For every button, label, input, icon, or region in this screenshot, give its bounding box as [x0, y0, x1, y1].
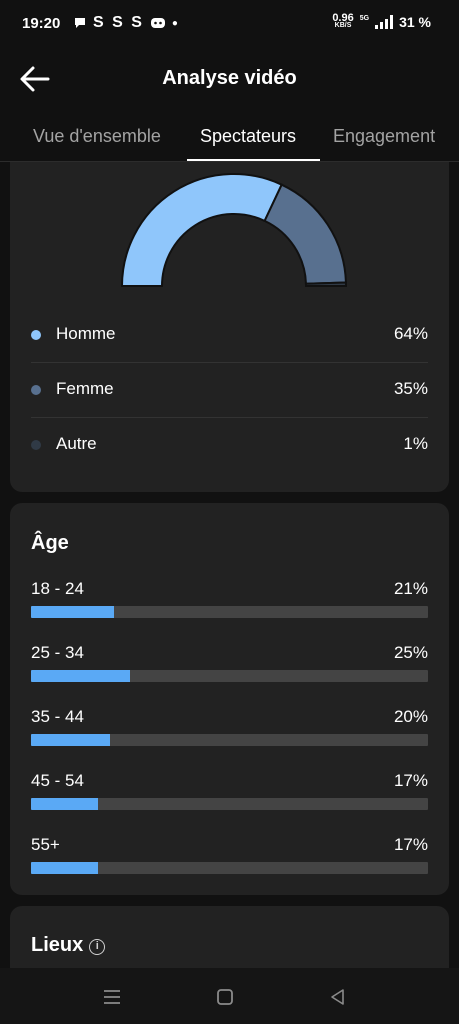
age-bar-fill: [31, 798, 99, 810]
legend-value: 35%: [393, 379, 428, 398]
age-bar-fill: [31, 670, 131, 682]
age-section-title: Âge: [31, 532, 69, 554]
gender-card: Homme 64% Femme 35% Autre 1%: [10, 162, 449, 492]
status-bar: 19:20 S S S ● 0.96 KB/S 5G 31 %: [0, 0, 459, 50]
age-percentage: 20%: [393, 707, 428, 726]
home-square-icon[interactable]: [214, 986, 236, 1008]
age-bar-track: [31, 734, 428, 746]
gauge-segment-homme: [120, 173, 284, 287]
tab-bar: Vue d'ensemble Spectateurs Engagement: [0, 108, 459, 162]
net-speed: 0.96 KB/S: [332, 12, 354, 30]
age-range-label: 55+: [31, 835, 60, 854]
system-nav-bar: [0, 968, 459, 1024]
status-right: 0.96 KB/S 5G 31 %: [332, 12, 431, 31]
age-row: 25 - 34 25%: [31, 643, 428, 689]
page-title: Analyse vidéo: [162, 67, 297, 89]
age-bar-track: [31, 606, 428, 618]
age-row: 18 - 24 21%: [31, 579, 428, 625]
age-range-label: 35 - 44: [31, 707, 84, 726]
app-bar: Analyse vidéo: [0, 50, 459, 108]
age-bar-fill: [31, 862, 99, 874]
legend-label: Autre: [56, 434, 97, 453]
signal-icon: [375, 15, 394, 29]
gauge-segment-autre: [304, 281, 348, 287]
tab-viewers[interactable]: Spectateurs: [200, 126, 296, 147]
age-bar-track: [31, 670, 428, 682]
age-percentage: 21%: [393, 579, 428, 598]
age-bar-fill: [31, 734, 111, 746]
legend-label: Femme: [56, 379, 114, 398]
discord-icon: [150, 18, 165, 28]
legend-value: 64%: [393, 324, 428, 343]
info-icon[interactable]: i: [89, 939, 106, 955]
age-percentage: 17%: [393, 771, 428, 790]
tab-engagement[interactable]: Engagement: [333, 126, 435, 147]
legend-dot: [31, 330, 41, 340]
age-range-label: 45 - 54: [31, 771, 84, 790]
menu-icon[interactable]: [101, 986, 123, 1008]
locations-section-title: Lieux i: [31, 934, 106, 957]
age-range-label: 25 - 34: [31, 643, 84, 662]
age-bar-track: [31, 798, 428, 810]
age-bar-fill: [31, 606, 115, 618]
gauge-segment-femme: [263, 183, 347, 285]
legend-row-homme: Homme 64%: [31, 308, 428, 363]
legend-row-autre: Autre 1%: [31, 418, 428, 473]
age-card: Âge 18 - 24 21% 25 - 34 25% 35 - 44 20% …: [10, 503, 449, 895]
back-triangle-icon[interactable]: [327, 986, 349, 1008]
age-range-label: 18 - 24: [31, 579, 84, 598]
network-type: 5G: [359, 14, 370, 22]
chat-bubble-icon: [75, 18, 85, 28]
legend-dot: [31, 385, 41, 395]
age-percentage: 17%: [393, 835, 428, 854]
tab-overview[interactable]: Vue d'ensemble: [33, 126, 161, 147]
age-bar-track: [31, 862, 428, 874]
legend-row-femme: Femme 35%: [31, 363, 428, 418]
age-row: 55+ 17%: [31, 835, 428, 881]
legend-label: Homme: [56, 324, 116, 343]
legend-value: 1%: [403, 434, 428, 453]
notification-s-icons: S S S: [93, 14, 144, 31]
legend-dot: [31, 440, 41, 450]
more-dot-icon: ●: [171, 17, 180, 29]
locations-title: Lieux: [31, 934, 84, 956]
age-row: 45 - 54 17%: [31, 771, 428, 817]
battery-level: 31 %: [399, 14, 431, 30]
gender-gauge-chart: [120, 173, 348, 287]
age-percentage: 25%: [393, 643, 428, 662]
notification-icons: S S S ●: [73, 14, 180, 32]
age-row: 35 - 44 20%: [31, 707, 428, 753]
status-time: 19:20: [22, 15, 61, 32]
